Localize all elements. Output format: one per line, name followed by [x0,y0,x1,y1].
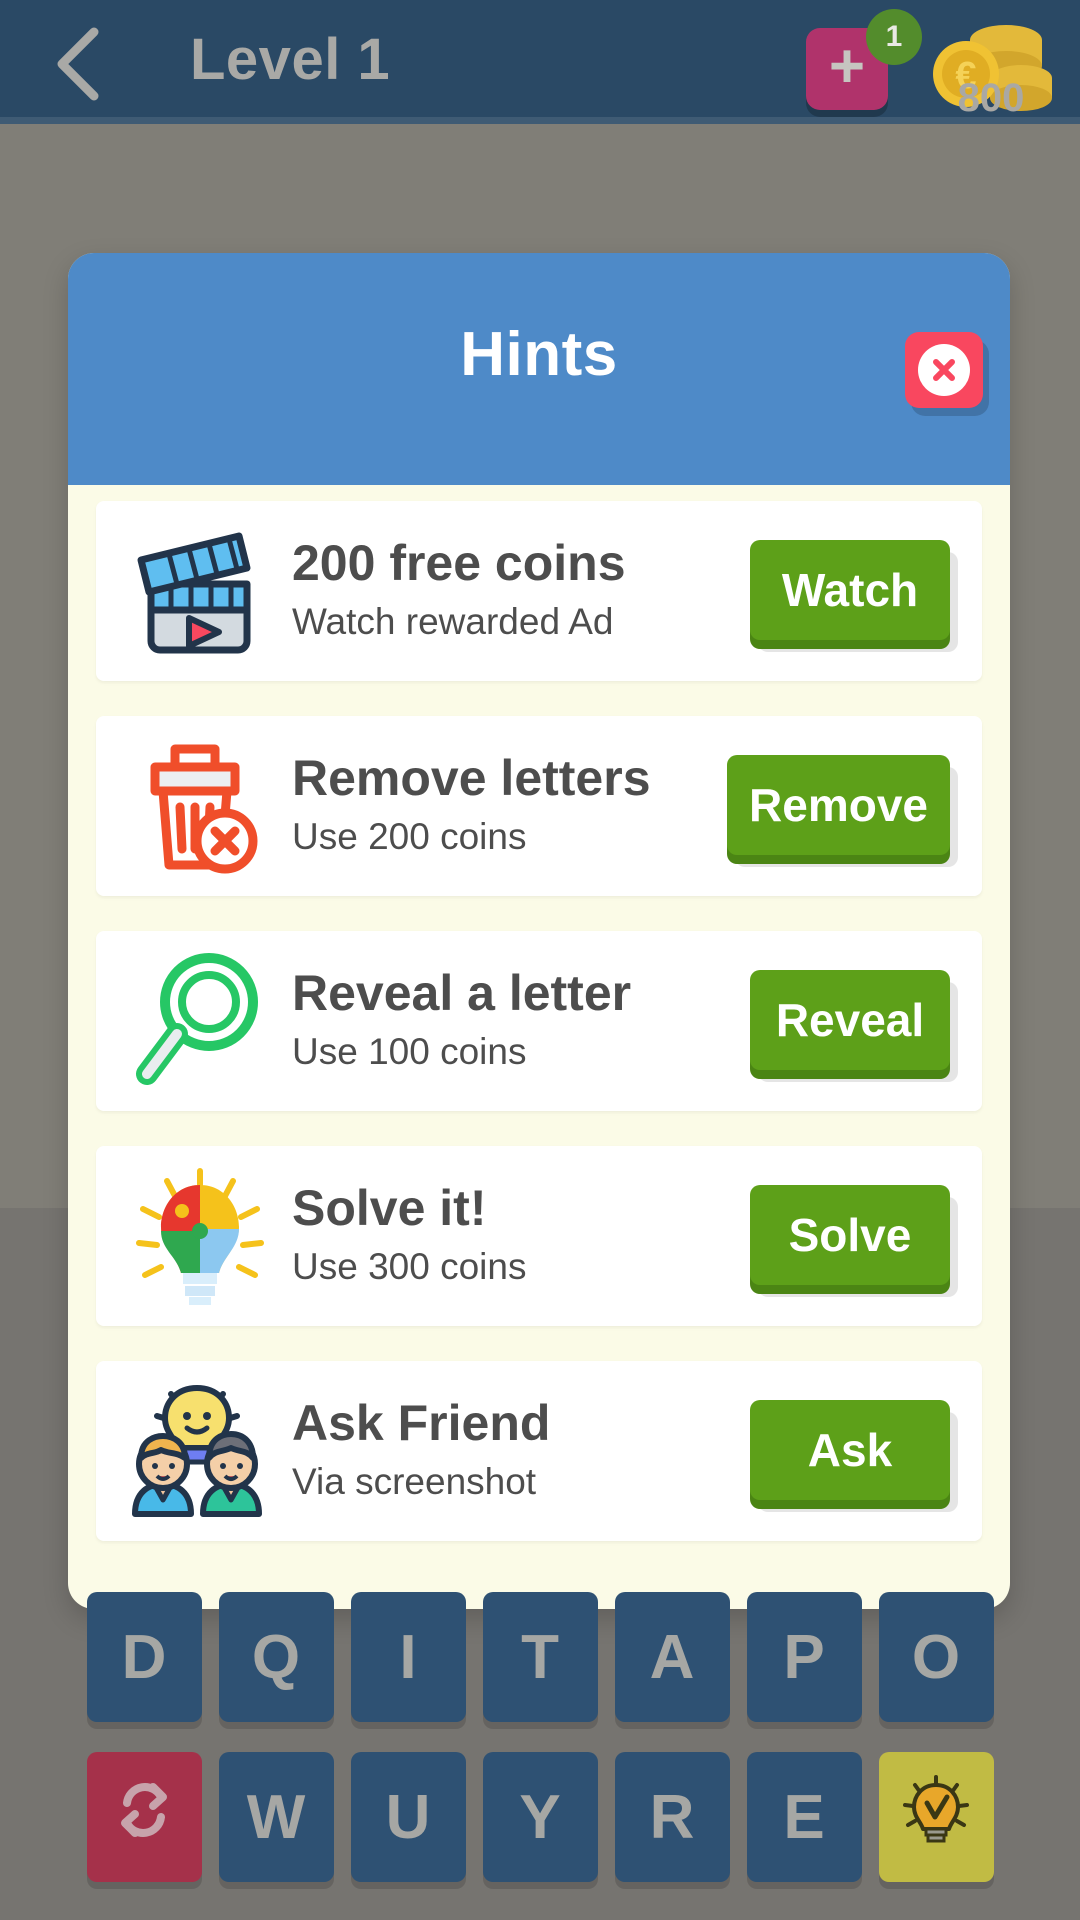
hint-title: Solve it! [292,1180,487,1236]
shuffle-refresh-icon [107,1773,181,1862]
remove-button[interactable]: Remove [727,755,950,855]
hint-text-group: Reveal a letter Use 100 coins [292,963,712,1076]
hint-subtitle: Use 300 coins [292,1246,527,1287]
letter-key[interactable]: U [350,1752,466,1882]
hint-button[interactable] [878,1752,994,1882]
hint-options-list: 200 free coins Watch rewarded Ad Watch R… [96,501,982,1576]
dialog-title: Hints [460,320,618,389]
friends-lightbulb-icon [124,1375,276,1527]
magnifier-reveal-icon [124,945,276,1097]
hint-row-watch-ad[interactable]: 200 free coins Watch rewarded Ad Watch [96,501,982,681]
letter-key[interactable]: I [350,1592,466,1722]
close-x-icon [918,344,970,396]
hint-text-group: 200 free coins Watch rewarded Ad [292,533,712,646]
hint-title: 200 free coins [292,535,626,591]
letter-key[interactable]: R [614,1752,730,1882]
hint-row-solve[interactable]: Solve it! Use 300 coins Solve [96,1146,982,1326]
ask-button[interactable]: Ask [750,1400,950,1500]
hint-text-group: Solve it! Use 300 coins [292,1178,712,1291]
hint-title: Ask Friend [292,1395,551,1451]
hint-subtitle: Via screenshot [292,1461,537,1502]
shuffle-button[interactable] [86,1752,202,1882]
hint-row-ask-friend[interactable]: Ask Friend Via screenshot Ask [96,1361,982,1541]
hint-row-reveal-letter[interactable]: Reveal a letter Use 100 coins Reveal [96,931,982,1111]
letter-key[interactable]: O [878,1592,994,1722]
coin-balance: 800 [957,76,1025,120]
puzzle-lightbulb-icon [124,1160,276,1312]
solve-button[interactable]: Solve [750,1185,950,1285]
chevron-left-icon [50,26,106,102]
letter-keyboard: D Q I T A P O W U Y R E [0,1590,1080,1920]
reveal-button[interactable]: Reveal [750,970,950,1070]
keyboard-row-2: W U Y R E [0,1752,1080,1902]
add-coins-badge: 1 [866,9,922,65]
trash-remove-icon [124,730,276,882]
close-button[interactable] [905,332,983,408]
hint-text-group: Ask Friend Via screenshot [292,1393,712,1506]
letter-key[interactable]: A [614,1592,730,1722]
letter-key[interactable]: E [746,1752,862,1882]
hint-subtitle: Use 200 coins [292,816,527,857]
letter-key[interactable]: W [218,1752,334,1882]
back-button[interactable] [38,24,118,104]
letter-key[interactable]: T [482,1592,598,1722]
hint-subtitle: Watch rewarded Ad [292,601,614,642]
page-title: Level 1 [190,27,391,92]
hint-title: Reveal a letter [292,965,632,1021]
letter-key[interactable]: Q [218,1592,334,1722]
keyboard-row-1: D Q I T A P O [0,1592,1080,1742]
hint-row-remove-letters[interactable]: Remove letters Use 200 coins Remove [96,716,982,896]
letter-key[interactable]: D [86,1592,202,1722]
hint-text-group: Remove letters Use 200 coins [292,748,712,861]
letter-key[interactable]: P [746,1592,862,1722]
lightbulb-hint-icon [897,1771,975,1864]
hints-dialog: Hints 200 free coins Watch rewarded Ad W… [68,253,1010,1609]
letter-key[interactable]: Y [482,1752,598,1882]
clapperboard-video-icon [124,515,276,667]
hint-subtitle: Use 100 coins [292,1031,527,1072]
watch-button[interactable]: Watch [750,540,950,640]
hint-title: Remove letters [292,750,651,806]
plus-icon: + [828,32,866,101]
top-header-bar: Level 1 + 1 € 800 [0,0,1080,124]
